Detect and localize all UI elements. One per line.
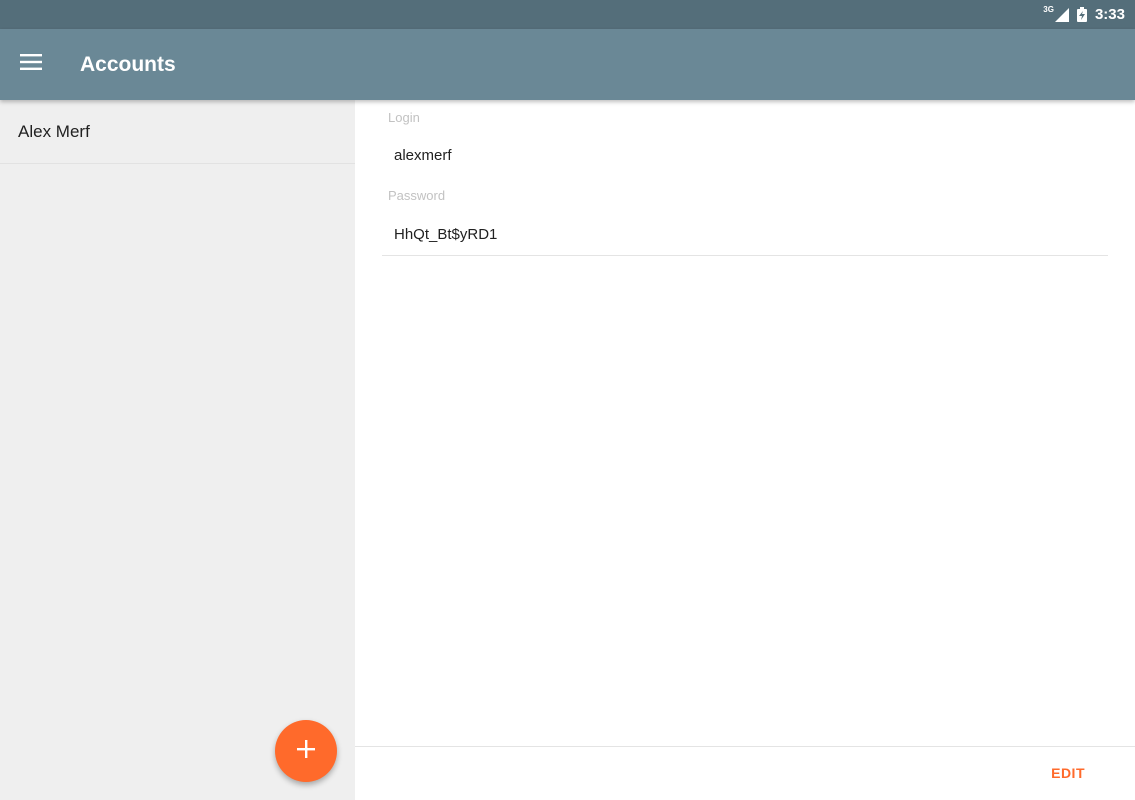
add-account-button[interactable] (275, 720, 337, 782)
login-label: Login (388, 110, 420, 125)
password-label: Password (388, 188, 446, 203)
edit-button[interactable]: EDIT (1051, 765, 1085, 781)
field-divider (382, 255, 1108, 256)
battery-icon (1076, 7, 1087, 22)
account-detail: Login alexmerf Password HhQt_Bt$yRD1 EDI… (355, 100, 1135, 800)
login-value[interactable]: alexmerf (394, 147, 452, 164)
action-bar: EDIT (355, 746, 1135, 800)
app-bar: Accounts (0, 29, 1135, 100)
menu-icon (20, 54, 42, 75)
password-value[interactable]: HhQt_Bt$yRD1 (394, 226, 497, 243)
page-title: Accounts (80, 52, 176, 76)
status-time: 3:33 (1094, 6, 1125, 23)
signal-icon: 3G (1043, 5, 1069, 22)
plus-icon (296, 739, 316, 764)
status-bar: 3G 3:33 (0, 0, 1135, 29)
list-item[interactable]: Alex Merf (0, 100, 355, 164)
accounts-list: Alex Merf (0, 100, 355, 800)
account-name: Alex Merf (18, 121, 90, 141)
menu-button[interactable] (0, 29, 62, 100)
network-type-label: 3G (1043, 5, 1054, 14)
